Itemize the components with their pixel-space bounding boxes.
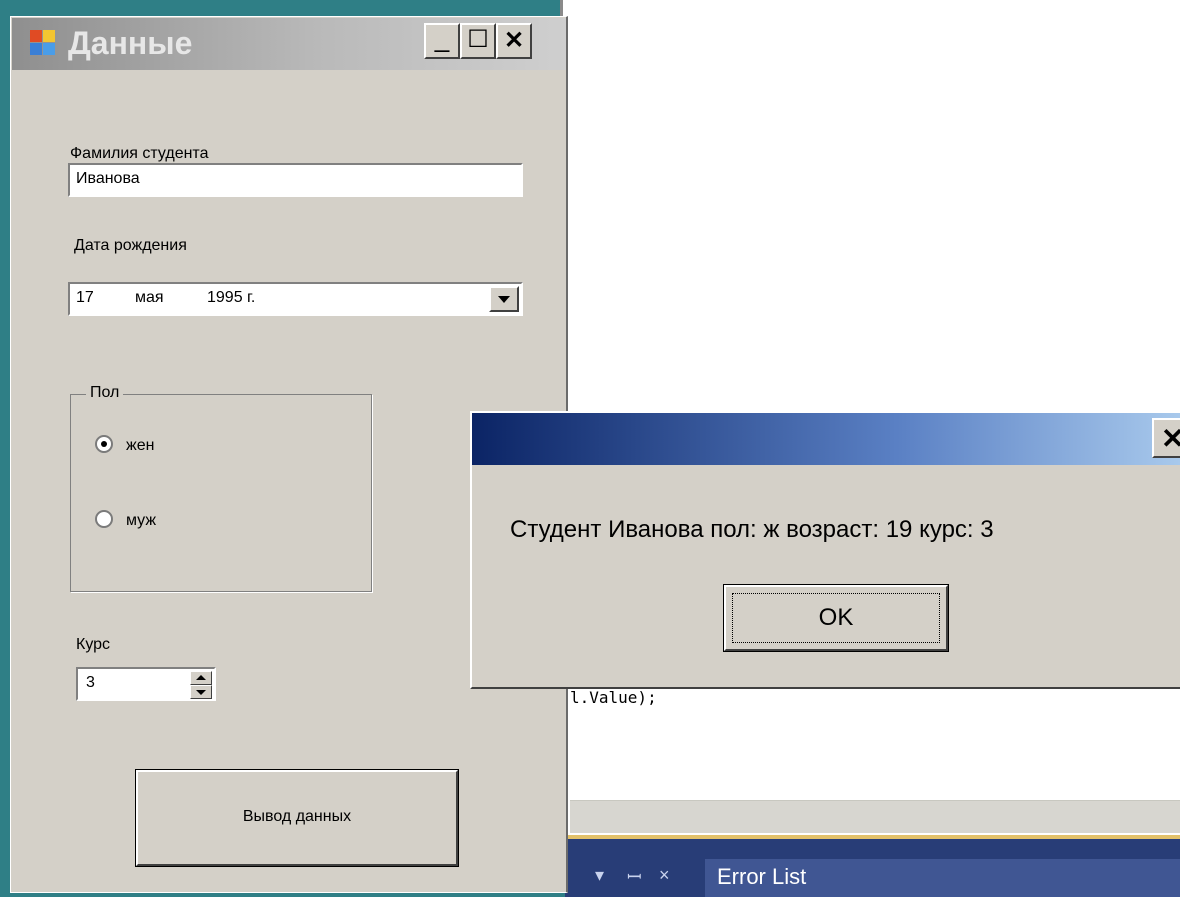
- output-button-label: Вывод данных: [242, 808, 352, 825]
- spinner-up-button[interactable]: [190, 671, 212, 685]
- error-list-panel: ▾ ꟷ × Error List: [565, 835, 1180, 897]
- spinner-buttons[interactable]: [190, 671, 212, 699]
- close-button[interactable]: ✕: [496, 23, 532, 59]
- date-dropdown-button[interactable]: [489, 286, 519, 312]
- code-line: l.Value);: [570, 688, 657, 707]
- ok-button[interactable]: OK: [724, 585, 948, 651]
- birth-month: мая: [135, 289, 164, 306]
- editor-scrollbar[interactable]: [570, 800, 1180, 833]
- course-label: Курс: [76, 636, 111, 653]
- tab-label: Error List: [717, 864, 807, 889]
- ok-button-label: OK: [818, 604, 854, 631]
- radio-male-label: муж: [126, 512, 157, 529]
- message-text: Студент Иванова пол: ж возраст: 19 курс:…: [510, 516, 994, 543]
- birth-date-picker[interactable]: 17 мая 1995 г.: [68, 282, 523, 316]
- surname-label: Фамилия студента: [70, 145, 209, 162]
- form-titlebar[interactable]: Данные _ ☐ ✕: [12, 18, 566, 70]
- course-value: 3: [86, 674, 95, 691]
- arrow-up-icon: [196, 675, 206, 680]
- gender-group-label: Пол: [86, 384, 124, 402]
- close-icon: ✕: [1161, 423, 1180, 454]
- close-icon[interactable]: ×: [659, 865, 670, 886]
- birth-year: 1995 г.: [207, 289, 256, 306]
- minimize-button[interactable]: _: [424, 23, 460, 59]
- chevron-down-icon: [498, 296, 510, 303]
- panel-dropdown-icon[interactable]: ▾: [595, 865, 604, 886]
- surname-value: Иванова: [76, 170, 140, 187]
- course-spinner[interactable]: 3: [76, 667, 216, 701]
- tab-error-list[interactable]: Error List: [705, 859, 1180, 897]
- output-data-button[interactable]: Вывод данных: [136, 770, 458, 866]
- birth-date-label: Дата рождения: [74, 237, 187, 254]
- pin-icon[interactable]: ꟷ: [627, 865, 642, 889]
- radio-female[interactable]: [95, 435, 113, 453]
- spinner-down-button[interactable]: [190, 685, 212, 699]
- window-title: Данные: [68, 25, 193, 61]
- radio-female-label: жен: [126, 437, 155, 454]
- birth-day: 17: [76, 289, 94, 306]
- app-form-icon: [30, 30, 56, 56]
- surname-input[interactable]: Иванова: [68, 163, 523, 197]
- arrow-down-icon: [196, 690, 206, 695]
- maximize-button[interactable]: ☐: [460, 23, 496, 59]
- radio-male[interactable]: [95, 510, 113, 528]
- message-box-titlebar[interactable]: [472, 413, 1180, 465]
- message-box-close-button[interactable]: ✕: [1152, 418, 1180, 458]
- gender-groupbox: [70, 394, 372, 592]
